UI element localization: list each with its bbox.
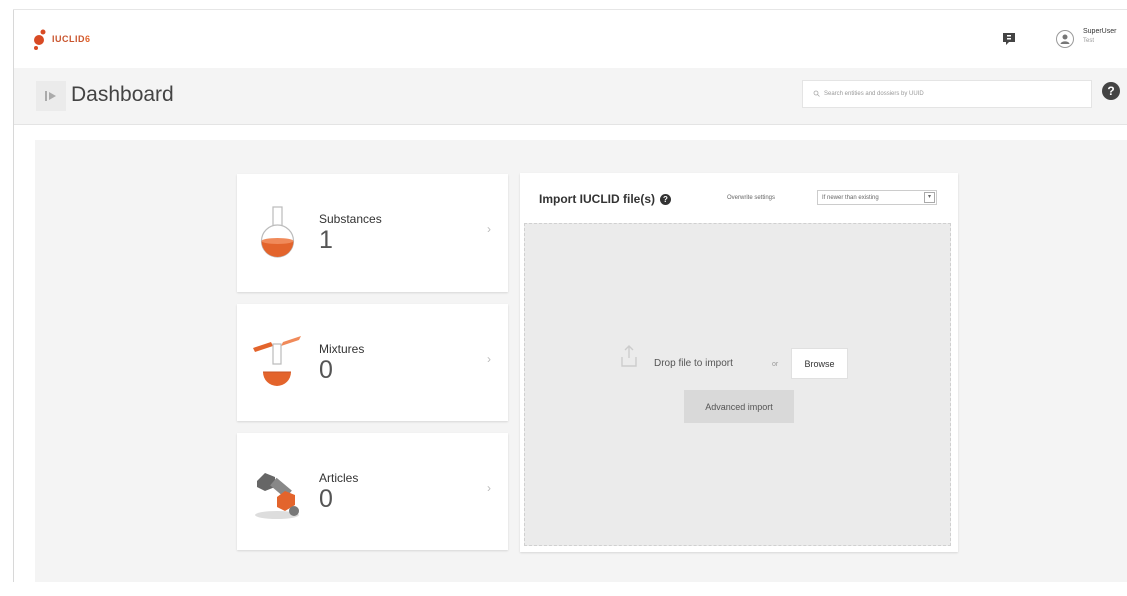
user-name[interactable]: SuperUser	[1083, 28, 1116, 35]
chevron-right-icon: ›	[487, 481, 491, 495]
overwrite-settings-label: Overwrite settings	[727, 195, 776, 201]
advanced-import-button[interactable]: Advanced import	[684, 390, 794, 423]
browse-button[interactable]: Browse	[791, 348, 848, 379]
chevron-down-icon: ▾	[924, 192, 935, 203]
import-panel: Import IUCLID file(s) ? Overwrite settin…	[520, 173, 958, 552]
card-count: 0	[319, 485, 333, 513]
substances-card[interactable]: Substances 1 ›	[237, 174, 508, 292]
content-footer-strip	[13, 582, 1127, 596]
card-count: 0	[319, 356, 333, 384]
file-drop-zone[interactable]: Drop file to import or Browse Advanced i…	[524, 223, 951, 546]
upload-file-icon	[621, 345, 637, 367]
or-label: or	[772, 361, 779, 368]
import-title: Import IUCLID file(s) ?	[539, 192, 671, 206]
top-header: IUCLID6 SuperUser Test	[14, 10, 1127, 68]
drop-file-label: Drop file to import	[654, 358, 733, 369]
user-avatar-icon[interactable]	[1056, 30, 1074, 48]
card-label: Mixtures	[319, 342, 365, 356]
import-title-text: Import IUCLID file(s)	[539, 192, 655, 206]
page-header: Dashboard Search entities and dossiers b…	[14, 68, 1127, 125]
mixtures-card[interactable]: Mixtures 0 ›	[237, 304, 508, 421]
logo-wordmark: IUCLID6	[52, 34, 91, 44]
mixture-funnel-icon	[253, 336, 301, 386]
chevron-right-icon: ›	[487, 352, 491, 366]
overwrite-settings-select[interactable]: If newer than existing ▾	[817, 190, 937, 205]
bolt-nut-icon	[255, 473, 299, 519]
flask-logo-icon	[34, 29, 46, 50]
page-title: Dashboard	[71, 83, 174, 106]
card-count: 1	[319, 226, 333, 254]
message-icon[interactable]	[1002, 32, 1016, 46]
search-icon	[813, 90, 820, 99]
chevron-right-icon: ›	[487, 222, 491, 236]
flask-icon	[260, 206, 295, 258]
app-logo[interactable]: IUCLID6	[33, 24, 91, 54]
sidebar-toggle-button[interactable]	[36, 81, 66, 111]
search-placeholder: Search entities and dossiers by UUID	[824, 91, 924, 97]
sidebar-toggle-icon	[45, 91, 56, 101]
help-icon[interactable]: ?	[1102, 82, 1120, 100]
articles-card[interactable]: Articles 0 ›	[237, 433, 508, 550]
info-icon[interactable]: ?	[660, 193, 671, 205]
user-role: Test	[1083, 38, 1095, 44]
overwrite-selected-value: If newer than existing	[822, 194, 879, 201]
search-input[interactable]: Search entities and dossiers by UUID	[802, 80, 1092, 108]
card-label: Articles	[319, 471, 359, 485]
card-label: Substances	[319, 212, 382, 226]
